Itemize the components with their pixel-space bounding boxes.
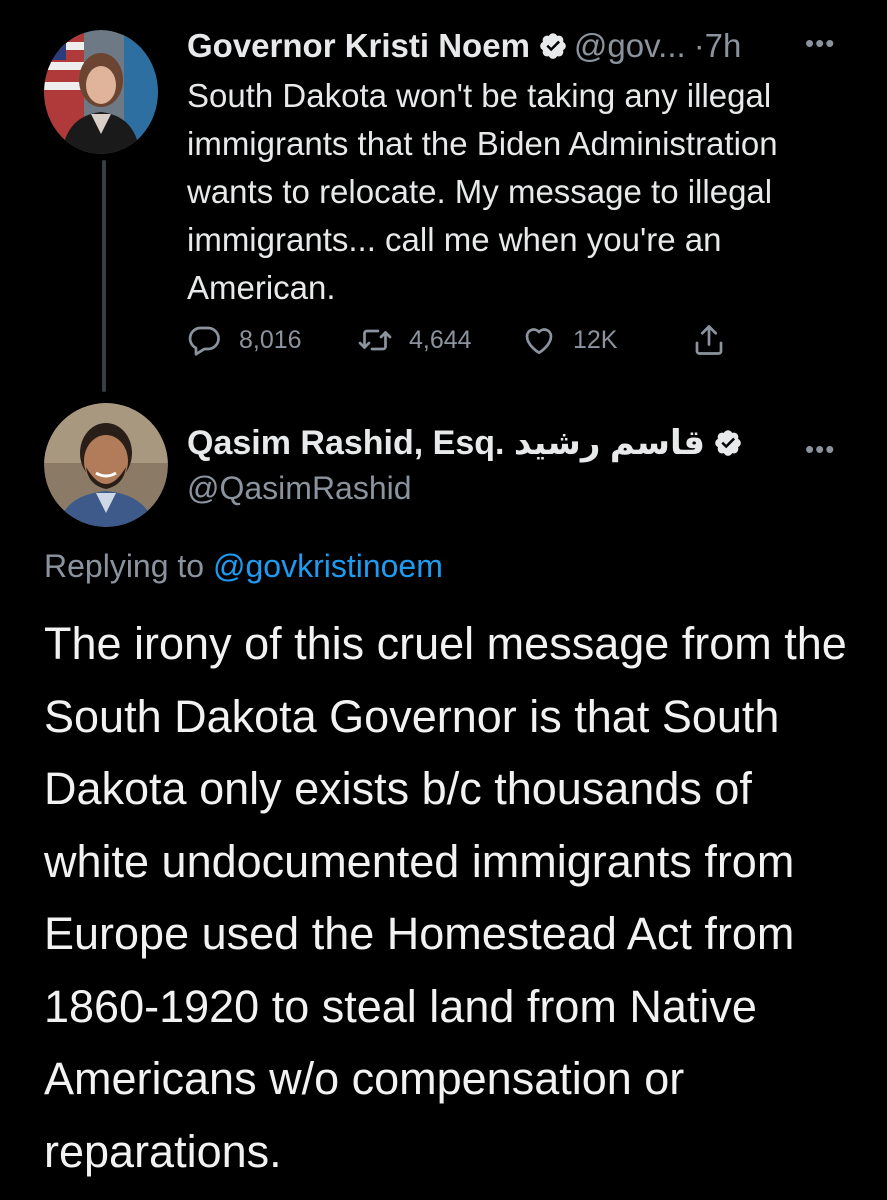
like-count: 12K xyxy=(573,325,618,354)
author-handle[interactable]: @gov... xyxy=(574,27,686,65)
author-handle[interactable]: @QasimRashid xyxy=(187,470,412,507)
reply-count: 8,016 xyxy=(239,325,302,354)
verified-icon xyxy=(538,31,568,61)
more-icon[interactable]: ••• xyxy=(805,434,835,465)
reply-button[interactable]: 8,016 xyxy=(187,322,302,358)
retweet-count: 4,644 xyxy=(409,325,472,354)
tweet1-text: South Dakota won't be taking any illegal… xyxy=(187,77,778,306)
verified-icon xyxy=(713,428,743,458)
replying-to-link[interactable]: @govkristinoem xyxy=(213,548,443,584)
tweet2-text: The irony of this cruel message from the… xyxy=(44,618,847,1177)
share-icon xyxy=(695,325,723,355)
tweet1-header: Governor Kristi Noem @gov... ·7h xyxy=(187,25,741,67)
like-icon xyxy=(525,328,553,355)
author-name[interactable]: Governor Kristi Noem xyxy=(187,27,530,65)
tweet-timestamp[interactable]: ·7h xyxy=(694,27,742,65)
replying-to: Replying to @govkristinoem xyxy=(44,548,443,585)
reply-icon xyxy=(188,326,220,356)
avatar-qasim-rashid[interactable] xyxy=(44,403,168,527)
more-icon[interactable]: ••• xyxy=(805,28,835,59)
avatar-kristi-noem[interactable] xyxy=(44,30,158,154)
thread-line xyxy=(102,160,106,392)
retweet-button[interactable]: 4,644 xyxy=(357,322,472,358)
share-button[interactable] xyxy=(691,322,743,358)
retweet-icon xyxy=(358,329,392,351)
tweet1-actions: 8,016 4,644 12K xyxy=(187,322,747,362)
like-button[interactable]: 12K xyxy=(521,322,617,358)
tweet2-header: Qasim Rashid, Esq. قاسم رشيد xyxy=(187,421,749,465)
replying-prefix: Replying to xyxy=(44,548,205,584)
author-name[interactable]: Qasim Rashid, Esq. قاسم رشيد xyxy=(187,423,705,463)
